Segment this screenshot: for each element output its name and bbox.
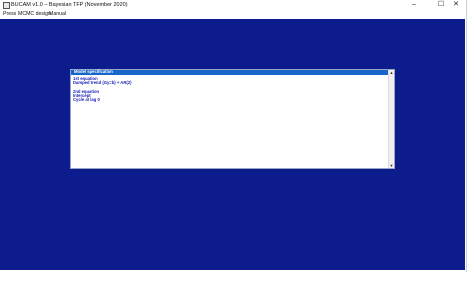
panel-header: Model specification [71,69,389,75]
scroll-down-arrow-icon[interactable]: ▼ [389,163,394,168]
panel-title: Model specification [74,69,113,74]
maximize-button[interactable]: ☐ [434,0,448,10]
spec-line: Cycle at lag 0 [73,97,100,103]
menu-item-mcmc-design[interactable]: MCMC design [18,11,51,18]
app-icon [3,2,10,9]
specification-text: 1st equation Damped trend (Gy=b) + AR(2)… [73,76,383,103]
window-title: BUCAM v1.0 – Bayesian TFP (November 2020… [11,2,128,8]
menu-item-manual[interactable]: Manual [49,11,66,18]
minimize-button[interactable]: – [407,0,421,10]
application-window: BUCAM v1.0 – Bayesian TFP (November 2020… [0,0,467,272]
vertical-scrollbar[interactable]: ▲ ▼ [388,70,394,168]
title-bar[interactable]: BUCAM v1.0 – Bayesian TFP (November 2020… [0,0,466,10]
model-specification-panel: Model specification 1st equation Damped … [70,69,395,169]
menu-bar: Press MCMC design Manual [0,10,466,19]
menu-item-press[interactable]: Press [3,11,16,18]
close-button[interactable]: ✕ [449,0,463,10]
scroll-up-arrow-icon[interactable]: ▲ [389,70,394,75]
